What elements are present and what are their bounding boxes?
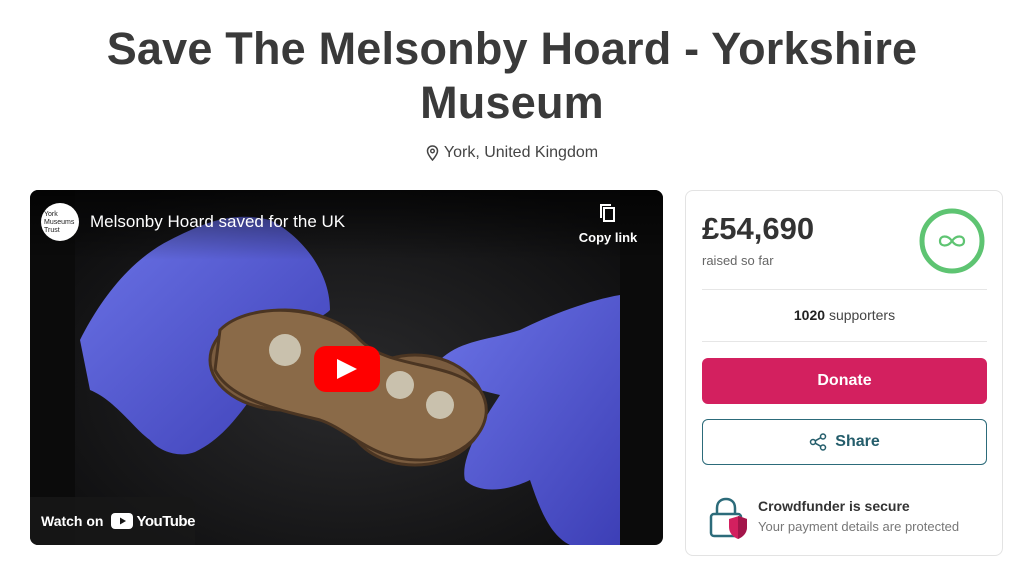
youtube-play-icon [111,513,134,529]
project-location: York, United Kingdom [0,144,1024,162]
page-title-line-2: Museum [420,77,604,128]
divider [702,289,987,290]
youtube-logo: YouTube [111,512,195,530]
channel-logo[interactable]: York Museums Trust [41,203,79,241]
location-text: York, United Kingdom [443,144,599,161]
page-title-line-1: Save The Melsonby Hoard - Yorkshire [106,23,918,74]
share-icon [810,433,827,451]
copy-link-label: Copy link [578,230,638,245]
play-button[interactable] [314,346,380,392]
watch-on-label: Watch on [41,513,104,529]
copy-icon [600,204,615,222]
copy-link-button[interactable]: Copy link [573,204,643,245]
amount-raised: £54,690 [702,211,815,246]
donate-button[interactable]: Donate [702,358,987,404]
youtube-wordmark: YouTube [136,512,195,530]
supporters-number: 1020 [793,307,826,323]
secure-subtitle: Your payment details are protected [758,519,960,534]
page-title: Save The Melsonby Hoard - Yorkshire Muse… [0,22,1024,130]
video-player[interactable]: York Museums Trust Melsonby Hoard saved … [30,190,663,545]
funding-card: £54,690 raised so far 1020 supporters Do… [685,190,1003,556]
share-button[interactable]: Share [702,419,987,465]
video-title[interactable]: Melsonby Hoard saved for the UK [90,212,345,232]
play-icon [337,359,357,379]
map-pin-icon [426,145,439,161]
divider [702,341,987,342]
secure-title: Crowdfunder is secure [758,498,910,514]
supporters-label: supporters [828,307,896,323]
raised-label: raised so far [702,253,774,268]
supporters-count: 1020 supporters [702,307,987,323]
infinity-icon [919,208,985,274]
padlock-shield-icon [709,497,747,539]
watch-on-youtube-link[interactable]: Watch on YouTube [30,497,195,545]
share-label: Share [835,433,880,450]
